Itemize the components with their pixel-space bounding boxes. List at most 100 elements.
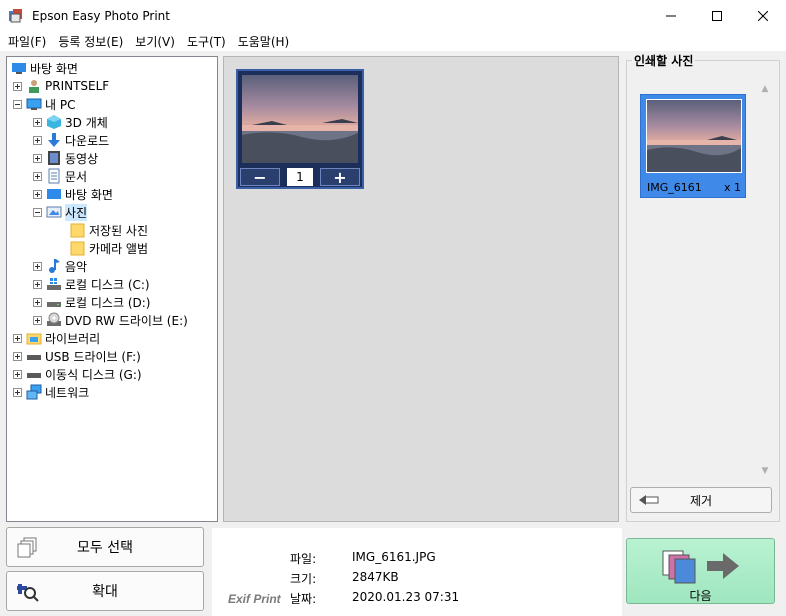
expand-toggle[interactable] <box>33 135 42 145</box>
maximize-button[interactable] <box>694 0 740 31</box>
tree-item-usb-drive[interactable]: USB 드라이브 (F:) <box>13 347 141 365</box>
info-key: 크기: <box>290 572 317 586</box>
remove-button[interactable]: 제거 <box>630 487 772 513</box>
videos-icon <box>46 150 62 166</box>
tree-item-label: 카메라 앨범 <box>89 241 149 256</box>
menu-tools[interactable]: 도구(T) <box>181 33 232 50</box>
tree-item-local-disk-d[interactable]: 로컬 디스크 (D:) <box>33 293 150 311</box>
menu-help[interactable]: 도움말(H) <box>232 33 296 50</box>
expand-toggle[interactable] <box>33 171 42 181</box>
tree-item-pictures[interactable]: 사진 <box>33 203 88 221</box>
zoom-button[interactable]: 확대 <box>6 571 204 611</box>
folder-tree[interactable]: 바탕 화면 PRINTSELF 내 PC 3D 개체 다운로드 동영상 문서 바… <box>6 56 218 522</box>
photo-thumbnail[interactable]: − 1 + <box>236 69 364 189</box>
menu-properties[interactable]: 등록 정보(E) <box>52 33 129 50</box>
user-folder-icon <box>26 78 42 94</box>
tree-item-network[interactable]: 네트워크 <box>13 383 89 401</box>
tree-item-label: 저장된 사진 <box>89 223 149 238</box>
expand-toggle[interactable] <box>33 153 42 163</box>
print-list[interactable]: IMG_6161 x 1 <box>632 82 772 480</box>
tree-item-music[interactable]: 음악 <box>33 257 87 275</box>
title-bar: Epson Easy Photo Print <box>0 0 786 31</box>
menu-bar: 파일(F) 등록 정보(E) 보기(V) 도구(T) 도움말(H) <box>0 31 786 51</box>
tree-item-desktop[interactable]: 바탕 화면 <box>33 185 113 203</box>
next-button[interactable]: 다음 <box>626 538 775 604</box>
scroll-up-icon[interactable]: ▲ <box>758 84 772 98</box>
quantity-value: 1 <box>287 168 313 186</box>
expand-toggle[interactable] <box>13 387 22 397</box>
window-title: Epson Easy Photo Print <box>32 8 170 23</box>
next-label: 다음 <box>689 589 712 603</box>
tree-item-label: DVD RW 드라이브 (E:) <box>65 313 188 328</box>
tree-item-dvd-drive[interactable]: DVD RW 드라이브 (E:) <box>33 311 188 329</box>
info-row-size: 크기: 2847KB <box>290 570 399 587</box>
collapse-toggle[interactable] <box>13 99 22 109</box>
increase-quantity-button[interactable]: + <box>320 168 360 187</box>
tree-item-label: 바탕 화면 <box>30 61 78 76</box>
network-icon <box>26 384 42 400</box>
tree-item-3d-objects[interactable]: 3D 개체 <box>33 113 108 131</box>
menu-file[interactable]: 파일(F) <box>2 33 52 50</box>
tree-item-documents[interactable]: 문서 <box>33 167 87 185</box>
tree-item-label: PRINTSELF <box>45 79 110 93</box>
print-list-item[interactable]: IMG_6161 x 1 <box>640 94 746 198</box>
tree-item-saved-pictures[interactable]: 저장된 사진 <box>70 221 148 239</box>
select-all-button[interactable]: 모두 선택 <box>6 527 204 567</box>
maximize-icon <box>712 10 722 21</box>
print-item-name: IMG_6161 <box>647 181 702 194</box>
expand-toggle[interactable] <box>33 315 42 325</box>
tree-item-label: 이동식 디스크 (G:) <box>45 367 142 382</box>
expand-toggle[interactable] <box>33 189 42 199</box>
thumbnail-area[interactable]: − 1 + <box>223 56 619 522</box>
tree-item-label: 다운로드 <box>65 133 110 148</box>
next-arrow-icon <box>661 547 741 585</box>
expand-toggle[interactable] <box>13 333 22 343</box>
zoom-label: 확대 <box>92 584 118 600</box>
pc-icon <box>26 96 42 112</box>
tree-item-downloads[interactable]: 다운로드 <box>33 131 109 149</box>
tree-item-label: USB 드라이브 (F:) <box>45 349 141 364</box>
tree-item-label: 사진 <box>65 203 88 221</box>
tree-item-label: 바탕 화면 <box>65 187 113 202</box>
minimize-button[interactable] <box>648 0 694 31</box>
select-all-label: 모두 선택 <box>77 540 133 556</box>
print-item-thumbnail <box>646 99 742 173</box>
collapse-toggle[interactable] <box>33 207 42 217</box>
expand-toggle[interactable] <box>13 369 22 379</box>
info-key: 날짜: <box>290 592 317 606</box>
expand-toggle[interactable] <box>33 279 42 289</box>
print-item-count: x 1 <box>723 181 741 194</box>
folder-icon <box>70 240 86 256</box>
tree-item-videos[interactable]: 동영상 <box>33 149 98 167</box>
expand-toggle[interactable] <box>33 297 42 307</box>
menu-view[interactable]: 보기(V) <box>129 33 181 50</box>
tree-item-local-disk-c[interactable]: 로컬 디스크 (C:) <box>33 275 150 293</box>
info-key: 파일: <box>290 552 317 566</box>
expand-toggle[interactable] <box>13 351 22 361</box>
close-icon <box>758 10 768 21</box>
folder-icon <box>70 222 86 238</box>
windows-drive-icon <box>46 276 62 292</box>
tree-item-label: 라이브러리 <box>45 331 101 346</box>
documents-icon <box>46 168 62 184</box>
tree-item-removable-disk[interactable]: 이동식 디스크 (G:) <box>13 365 142 383</box>
tree-item-camera-roll[interactable]: 카메라 앨범 <box>70 239 148 257</box>
remove-button-label: 제거 <box>689 493 713 508</box>
tree-item-desktop-root[interactable]: 바탕 화면 <box>11 59 78 77</box>
expand-toggle[interactable] <box>33 261 42 271</box>
scroll-down-icon[interactable]: ▼ <box>758 466 772 480</box>
info-value: 2020.01.23 07:31 <box>352 590 460 604</box>
expand-toggle[interactable] <box>33 117 42 127</box>
expand-toggle[interactable] <box>13 81 22 91</box>
pictures-icon <box>46 204 62 220</box>
decrease-quantity-button[interactable]: − <box>240 168 280 187</box>
tree-item-printself[interactable]: PRINTSELF <box>13 77 109 95</box>
dvd-drive-icon <box>46 312 62 328</box>
tree-item-libraries[interactable]: 라이브러리 <box>13 329 100 347</box>
tree-item-this-pc[interactable]: 내 PC <box>13 95 75 113</box>
tree-item-label: 동영상 <box>65 151 99 166</box>
desktop-icon <box>11 60 27 76</box>
desktop-icon <box>46 186 62 202</box>
photo-thumbnail-image[interactable] <box>242 75 358 163</box>
close-button[interactable] <box>740 0 786 31</box>
